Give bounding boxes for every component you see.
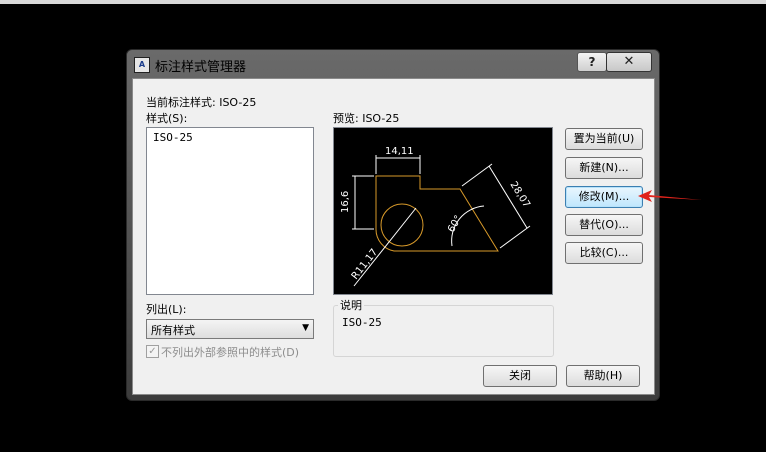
current-style-label: 当前标注样式: ISO-25 — [146, 96, 257, 109]
description-text: ISO-25 — [342, 316, 382, 329]
help-button[interactable]: 帮助(H) — [566, 365, 640, 387]
styles-list[interactable]: ISO-25 — [146, 127, 314, 295]
annotation-arrow-icon — [638, 190, 702, 202]
dialog-client-area: 当前标注样式: ISO-25 样式(S): 预览: ISO-25 ISO-25 — [132, 78, 655, 395]
preview-dim-slant: 28,07 — [507, 180, 532, 210]
style-item-iso25[interactable]: ISO-25 — [153, 131, 193, 144]
title-help-button[interactable]: ? — [577, 52, 607, 72]
description-group: 说明 ISO-25 — [333, 297, 554, 357]
title-close-button[interactable]: ✕ — [606, 52, 652, 72]
list-filter-value: 所有样式 — [151, 324, 195, 337]
autocad-app-icon: A — [134, 57, 150, 73]
preview-dim-left: 16,6 — [340, 191, 351, 213]
description-label: 说明 — [338, 297, 364, 313]
preview-part-outline — [375, 175, 499, 252]
chevron-down-icon: ▼ — [302, 323, 309, 333]
set-current-button[interactable]: 置为当前(U) — [565, 128, 643, 150]
styles-label: 样式(S): — [146, 112, 188, 125]
dimension-style-manager-dialog: A 标注样式管理器 ? ✕ 当前标注样式: ISO-25 样式(S): 预览: … — [126, 49, 660, 401]
background-strip — [0, 0, 766, 4]
exclude-xref-label: 不列出外部参照中的样式(D) — [161, 346, 300, 359]
list-filter-dropdown[interactable]: 所有样式 ▼ — [146, 319, 314, 339]
new-style-button[interactable]: 新建(N)... — [565, 157, 643, 179]
preview-dim-top: 14,11 — [385, 146, 414, 157]
dialog-title: 标注样式管理器 — [155, 60, 247, 75]
preview-dim-radius: R11,17 — [350, 247, 381, 282]
preview-label: 预览: ISO-25 — [333, 112, 400, 125]
modify-style-button[interactable]: 修改(M)... — [565, 186, 643, 208]
preview-drawing: 14,11 16,6 28,07 60° R11,17 — [340, 146, 532, 287]
exclude-xref-checkbox[interactable]: ✓ — [146, 345, 159, 358]
compare-style-button[interactable]: 比较(C)... — [565, 242, 643, 264]
style-preview: 14,11 16,6 28,07 60° R11,17 — [333, 127, 553, 295]
close-button[interactable]: 关闭 — [483, 365, 557, 387]
override-style-button[interactable]: 替代(O)... — [565, 214, 643, 236]
list-label: 列出(L): — [146, 303, 187, 316]
title-bar[interactable]: A 标注样式管理器 ? ✕ — [127, 50, 659, 78]
